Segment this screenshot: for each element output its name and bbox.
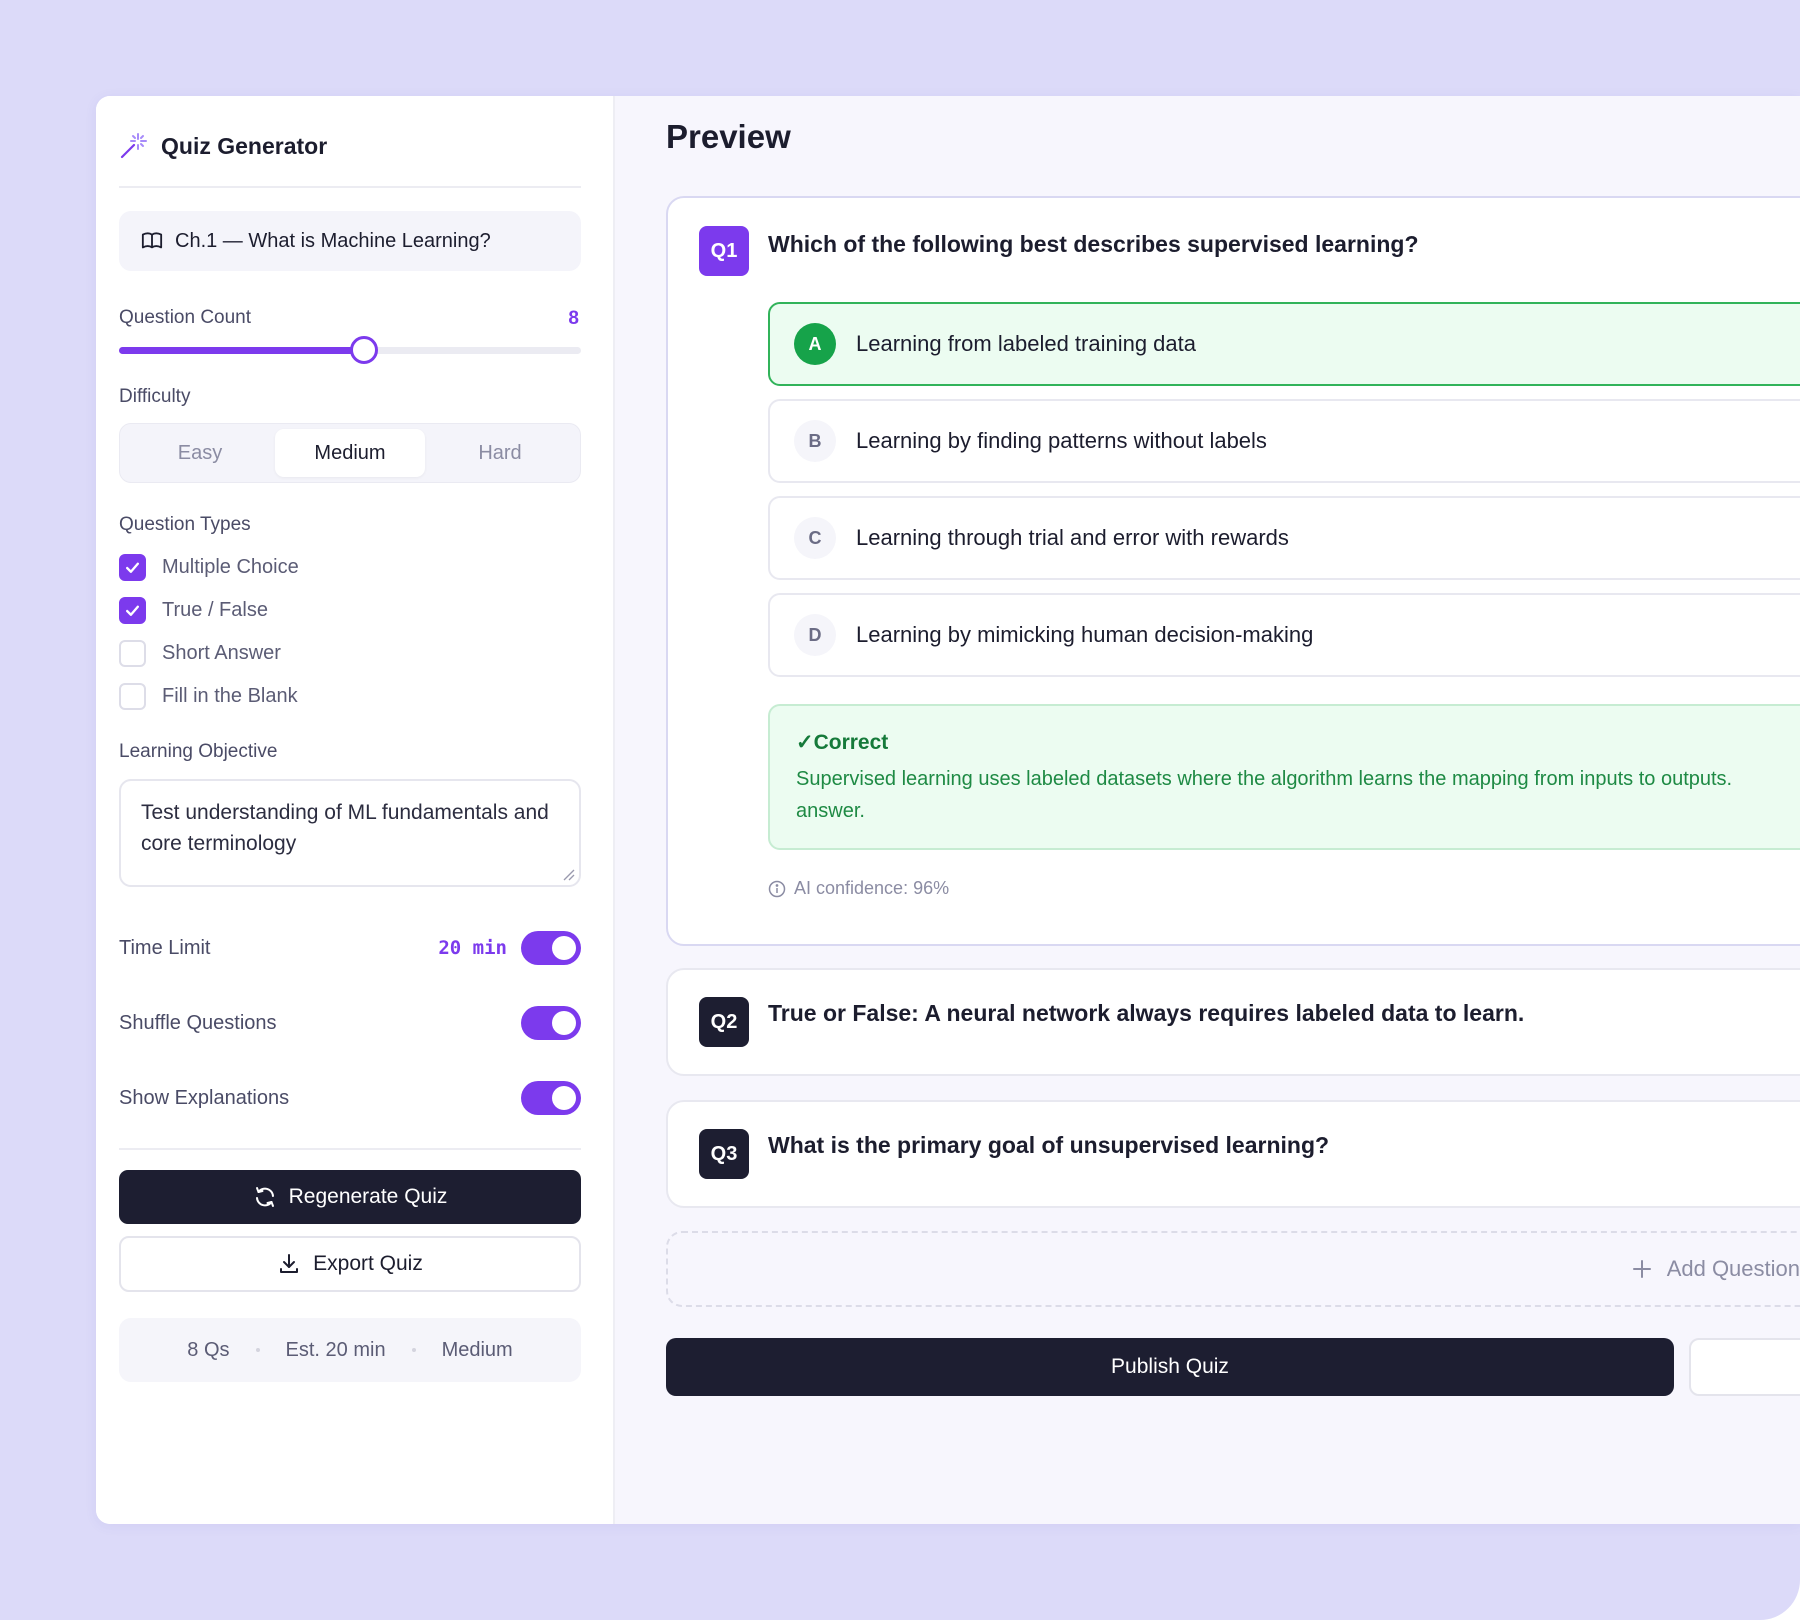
time-limit-row: Time Limit 20 min	[119, 930, 581, 966]
difficulty-hard[interactable]: Hard	[425, 429, 575, 477]
difficulty-label: Difficulty	[119, 386, 191, 407]
checkbox-unchecked[interactable]	[119, 639, 146, 667]
checkbox-checked[interactable]	[119, 553, 146, 581]
type-fill-blank[interactable]: Fill in the Blank	[119, 682, 298, 710]
option-text: Learning through trial and error with re…	[856, 525, 1289, 550]
explanations-label: Show Explanations	[119, 1086, 290, 1109]
option-text: Learning by mimicking human decision-mak…	[856, 622, 1314, 647]
option-letter: B	[794, 420, 836, 462]
explanation-box: ✓Correct Supervised learning uses labele…	[768, 704, 1800, 850]
question-count-label: Question Count	[119, 307, 252, 328]
type-true-false[interactable]: True / False	[119, 596, 268, 624]
regenerate-button[interactable]: Regenerate Quiz	[119, 1170, 581, 1224]
publish-label: Publish Quiz	[1111, 1355, 1229, 1378]
add-question-button[interactable]: Add Question	[666, 1231, 1800, 1307]
objective-textarea[interactable]: Test understanding of ML fundamentals an…	[119, 779, 581, 887]
explanations-toggle[interactable]	[521, 1081, 581, 1115]
question-badge: Q2	[699, 997, 749, 1047]
question-card-1[interactable]: Q1 Which of the following best describes…	[666, 196, 1800, 946]
option-c[interactable]: C Learning through trial and error with …	[768, 496, 1800, 580]
shuffle-label: Shuffle Questions	[119, 1011, 277, 1034]
separator-dot	[411, 1348, 416, 1352]
sidebar-divider	[119, 1148, 581, 1150]
magic-wand-icon	[120, 133, 147, 159]
resize-handle-icon[interactable]	[563, 869, 575, 881]
export-button[interactable]: Export Quiz	[119, 1236, 581, 1292]
question-count-value: 8	[568, 308, 579, 329]
time-limit-label: Time Limit	[119, 936, 211, 959]
secondary-button[interactable]	[1689, 1338, 1800, 1396]
check-icon	[126, 605, 139, 616]
app-title: Quiz Generator	[161, 133, 328, 159]
summary-time: Est. 20 min	[285, 1338, 386, 1361]
shuffle-row: Shuffle Questions	[119, 1005, 581, 1041]
confidence-text: AI confidence: 96%	[794, 878, 950, 898]
difficulty-selector: Easy Medium Hard	[119, 423, 581, 483]
difficulty-medium[interactable]: Medium	[275, 429, 425, 477]
option-a[interactable]: A Learning from labeled training data	[768, 302, 1800, 386]
chapter-selector[interactable]: Ch.1 — What is Machine Learning?	[119, 211, 581, 271]
option-text: Learning from labeled training data	[856, 331, 1197, 356]
option-letter: C	[794, 517, 836, 559]
type-short-answer[interactable]: Short Answer	[119, 639, 281, 667]
publish-button[interactable]: Publish Quiz	[666, 1338, 1674, 1396]
book-icon	[141, 232, 163, 249]
type-label: Short Answer	[162, 641, 281, 664]
type-multiple-choice[interactable]: Multiple Choice	[119, 553, 299, 581]
question-count-slider[interactable]	[119, 336, 581, 364]
difficulty-easy[interactable]: Easy	[125, 429, 275, 477]
question-text: What is the primary goal of unsupervised…	[768, 1132, 1330, 1158]
option-letter: D	[794, 614, 836, 656]
separator-dot	[255, 1348, 260, 1352]
time-limit-toggle[interactable]	[521, 931, 581, 965]
type-label: True / False	[162, 598, 268, 621]
explanation-text-continued: answer.	[796, 800, 865, 822]
question-card-2[interactable]: Q2 True or False: A neural network alway…	[666, 968, 1800, 1076]
add-question-label: Add Question	[1666, 1256, 1800, 1281]
refresh-icon	[255, 1187, 274, 1207]
page-title: Preview	[666, 118, 791, 155]
question-text: True or False: A neural network always r…	[768, 1000, 1525, 1026]
objective-text: Test understanding of ML fundamentals an…	[141, 801, 549, 855]
preview-panel: Preview Q1 Which of the following best d…	[615, 96, 1800, 1524]
plus-icon	[1632, 1260, 1651, 1278]
explanations-row: Show Explanations	[119, 1080, 581, 1116]
time-limit-value: 20 min	[438, 937, 507, 959]
explanation-title: ✓Correct	[796, 731, 889, 754]
app-window: Quiz Generator Ch.1 — What is Machine Le…	[96, 96, 1800, 1524]
slider-thumb[interactable]	[349, 336, 378, 364]
option-b[interactable]: B Learning by finding patterns without l…	[768, 399, 1800, 483]
type-label: Multiple Choice	[162, 555, 299, 578]
type-label: Fill in the Blank	[162, 684, 298, 707]
option-text: Learning by finding patterns without lab…	[856, 428, 1267, 453]
export-label: Export Quiz	[313, 1252, 423, 1275]
info-icon	[768, 880, 786, 897]
checkbox-unchecked[interactable]	[119, 682, 146, 710]
summary-count: 8 Qs	[187, 1338, 230, 1361]
explanation-text: Supervised learning uses labeled dataset…	[796, 768, 1733, 790]
question-badge: Q1	[699, 226, 749, 276]
regenerate-label: Regenerate Quiz	[288, 1185, 448, 1208]
settings-sidebar: Quiz Generator Ch.1 — What is Machine Le…	[96, 96, 615, 1524]
download-icon	[280, 1254, 299, 1273]
summary-difficulty: Medium	[441, 1338, 513, 1361]
quiz-summary: 8 Qs Est. 20 min Medium	[119, 1318, 581, 1382]
question-text: Which of the following best describes su…	[768, 231, 1419, 257]
objective-label: Learning Objective	[119, 741, 278, 762]
slider-fill	[119, 347, 364, 354]
checkbox-checked[interactable]	[119, 596, 146, 624]
ai-confidence: AI confidence: 96%	[768, 878, 949, 899]
question-types-label: Question Types	[119, 514, 251, 535]
app-header: Quiz Generator	[119, 132, 581, 188]
question-badge: Q3	[699, 1129, 749, 1179]
check-icon	[126, 562, 139, 573]
shuffle-toggle[interactable]	[521, 1006, 581, 1040]
option-letter: A	[794, 323, 836, 365]
chapter-name: Ch.1 — What is Machine Learning?	[175, 229, 491, 252]
option-d[interactable]: D Learning by mimicking human decision-m…	[768, 593, 1800, 677]
question-card-3[interactable]: Q3 What is the primary goal of unsupervi…	[666, 1100, 1800, 1208]
